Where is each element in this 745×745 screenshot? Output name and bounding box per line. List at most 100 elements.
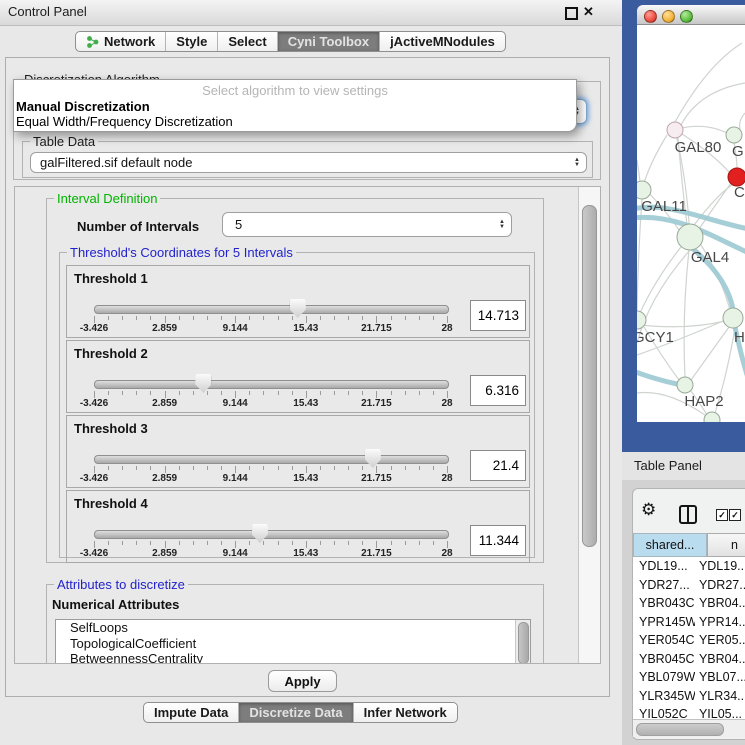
slider-tick [278,466,279,470]
table-row[interactable]: YER054CYER05... [633,631,745,650]
group-title: Interval Definition [54,191,160,206]
network-node[interactable] [637,311,646,329]
network-tab-icon [86,35,99,49]
threshold-slider-thumb[interactable] [365,449,381,468]
tab-label: Style [176,34,207,49]
network-edge[interactable] [644,135,667,183]
network-edge[interactable] [684,250,689,377]
table-cell-name[interactable]: YDR27... [695,576,745,595]
network-edge[interactable] [691,327,729,380]
threshold-slider-track[interactable] [94,530,449,539]
list-scrollbar-thumb[interactable] [518,622,529,664]
network-node[interactable] [726,127,742,143]
dropdown-item-manual-discretization[interactable]: Manual Discretization [16,99,150,114]
settings-vertical-scrollbar[interactable] [578,187,601,663]
select-checkbox-icon[interactable]: ✓ [716,509,728,521]
table-row[interactable]: YDR27...YDR27... [633,576,745,595]
tab-select[interactable]: Select [218,32,277,51]
table-row[interactable]: YBR045CYBR04... [633,650,745,669]
table-cell-shared-name[interactable]: YDR27... [633,576,695,595]
network-view-canvas[interactable]: GAL80GCGAL11GAL4GCY1HHAP2 [637,25,745,422]
table-settings-gear-icon[interactable]: ⚙ [641,501,656,518]
tab-jactivemnodules[interactable]: jActiveMNodules [380,32,505,51]
threshold-slider-thumb[interactable] [195,374,211,393]
float-window-icon[interactable] [565,7,578,20]
table-row[interactable]: YBR043CYBR04... [633,594,745,613]
table-hscrollbar-thumb[interactable] [636,723,724,736]
threshold-value-field[interactable]: 6.316 [470,375,526,406]
table-cell-name[interactable]: YLR34... [695,687,745,706]
slider-tick [108,466,109,470]
table-cell-name[interactable]: YDL19... [695,557,745,576]
zoom-traffic-light-icon[interactable] [680,10,693,23]
threshold-slider-track[interactable] [94,455,449,464]
network-window-titlebar[interactable] [637,5,745,25]
table-cell-shared-name[interactable]: YBL079W [633,668,695,687]
tab-style[interactable]: Style [166,32,218,51]
slider-tick [278,541,279,545]
table-cell-shared-name[interactable]: YBR043C [633,594,695,613]
network-edge[interactable] [681,83,745,125]
table-cell-shared-name[interactable]: YER054C [633,631,695,650]
table-row[interactable]: YPR145WYPR14... [633,613,745,632]
network-node[interactable] [677,224,703,250]
dropdown-item-equal-width-frequency[interactable]: Equal Width/Frequency Discretization [16,114,233,129]
select-all-checkbox-icon[interactable]: ✓ [729,509,741,521]
slider-tick [348,316,349,320]
table-row[interactable]: YLR345WYLR34... [633,687,745,706]
table-row[interactable]: YBL079WYBL07... [633,668,745,687]
tab-label: Infer Network [364,705,447,720]
tab-cyni-toolbox[interactable]: Cyni Toolbox [278,32,380,51]
table-cell-shared-name[interactable]: YBR045C [633,650,695,669]
table-cell-shared-name[interactable]: YLR345W [633,687,695,706]
close-icon[interactable]: ✕ [583,4,594,20]
tab-network[interactable]: Network [76,32,166,51]
table-cell-name[interactable]: YER05... [695,631,745,650]
network-edge[interactable] [640,247,681,313]
apply-button[interactable]: Apply [268,670,337,692]
table-data-combobox[interactable]: galFiltered.sif default node ▲▼ [30,152,587,173]
table-cell-name[interactable]: YBR04... [695,594,745,613]
numerical-attributes-list[interactable]: SelfLoopsTopologicalCoefficientBetweenne… [55,619,531,664]
close-traffic-light-icon[interactable] [644,10,657,23]
table-cell-name[interactable]: YIL05... [695,705,745,719]
table-cell-shared-name[interactable]: YIL052C [633,705,695,719]
table-row[interactable]: YDL19...YDL19... [633,557,745,576]
column-layout-icon[interactable] [679,505,697,524]
network-edge[interactable] [675,43,742,122]
tab-infer-network[interactable]: Infer Network [354,703,457,722]
table-cell-name[interactable]: YPR14... [695,613,745,632]
tab-impute-data[interactable]: Impute Data [144,703,239,722]
table-cell-name[interactable]: YBL07... [695,668,745,687]
threshold-value-field[interactable]: 21.4 [470,450,526,481]
network-node[interactable] [723,308,743,328]
threshold-slider-thumb[interactable] [252,524,268,543]
list-scrollbar[interactable] [515,620,530,664]
network-thick-edge[interactable] [637,371,677,384]
attribute-list-item[interactable]: TopologicalCoefficient [56,636,530,652]
network-edge[interactable] [637,160,640,182]
threshold-value-field[interactable]: 11.344 [470,525,526,556]
attribute-list-item[interactable]: BetweennessCentrality [56,651,530,664]
network-node[interactable] [637,181,651,199]
slider-tick-label: 2.859 [143,548,187,559]
minimize-traffic-light-icon[interactable] [662,10,675,23]
column-header-name[interactable]: n [707,533,745,557]
tab-discretize-data[interactable]: Discretize Data [239,703,353,722]
table-cell-name[interactable]: YBR04... [695,650,745,669]
table-cell-shared-name[interactable]: YDL19... [633,557,695,576]
threshold-value-field[interactable]: 14.713 [470,300,526,331]
number-of-intervals-combobox[interactable]: 5 ▲▼ [222,212,512,237]
network-edge[interactable] [740,113,745,129]
threshold-slider-track[interactable] [94,305,449,314]
network-node[interactable] [677,377,693,393]
threshold-slider-track[interactable] [94,380,449,389]
settings-scrollbar-thumb[interactable] [582,205,597,547]
table-row[interactable]: YIL052CYIL05... [633,705,745,719]
column-header-shared-name[interactable]: shared... [633,533,707,557]
network-node[interactable] [667,122,683,138]
table-horizontal-scrollbar[interactable] [633,719,745,737]
network-edge[interactable] [681,126,727,133]
table-cell-shared-name[interactable]: YPR145W [633,613,695,632]
attribute-list-item[interactable]: SelfLoops [56,620,530,636]
